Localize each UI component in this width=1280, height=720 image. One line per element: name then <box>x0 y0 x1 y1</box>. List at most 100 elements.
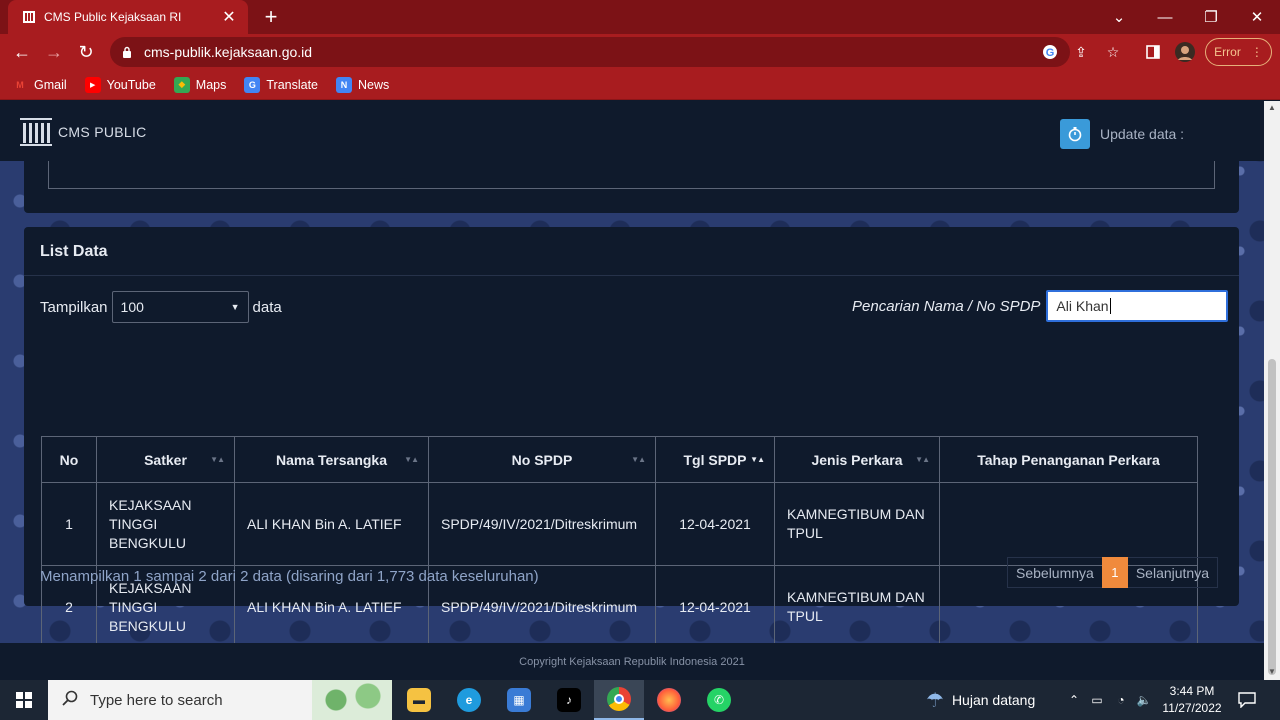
windows-taskbar: Type here to search ▬ e ▦ ♪ ✆ ☂ Hujan da… <box>0 680 1280 720</box>
share-icon[interactable]: ⇪ <box>1069 40 1093 64</box>
address-bar[interactable]: cms-publik.kejaksaan.go.id <box>110 37 1070 67</box>
browser-toolbar: ← → ↻ cms-publik.kejaksaan.go.id G ⇪ ☆ E… <box>0 34 1280 70</box>
volume-icon[interactable]: 🔈 <box>1134 680 1154 720</box>
side-panel-icon[interactable] <box>1141 40 1165 64</box>
browser-tab-bar: CMS Public Kejaksaan RI ✕ + ⌄ — ❐ ✕ <box>0 0 1280 34</box>
bookmark-star-icon[interactable]: ☆ <box>1101 40 1125 64</box>
col-header-no[interactable]: No <box>41 436 97 483</box>
taskbar-search-box[interactable]: Type here to search <box>48 680 392 720</box>
col-header-spdp[interactable]: No SPDP ▼▲ <box>428 436 656 483</box>
table-info: Menampilkan 1 sampai 2 dari 2 data (disa… <box>40 568 539 585</box>
bookmark-label: Translate <box>266 77 319 92</box>
new-tab-button[interactable]: + <box>258 4 284 30</box>
chrome-icon <box>607 687 631 711</box>
profile-avatar[interactable] <box>1173 40 1197 64</box>
page-size-control: Tampilkan 100 ▼ data <box>40 291 282 323</box>
wifi-icon[interactable]: ◔ <box>1110 680 1132 720</box>
page-size-value: 100 <box>120 299 144 315</box>
logo-text: CMS PUBLIC <box>58 124 147 140</box>
site-logo[interactable]: CMS PUBLIC <box>20 117 147 147</box>
cell-jenis: KAMNEGTIBUM DAN TPUL <box>774 565 940 649</box>
battery-icon[interactable]: ▭ <box>1087 680 1107 720</box>
browser-tab[interactable]: CMS Public Kejaksaan RI ✕ <box>8 0 248 34</box>
site-favicon-icon <box>22 10 36 24</box>
weather-widget[interactable]: ☂ Hujan datang <box>926 680 1035 720</box>
page-size-select[interactable]: 100 ▼ <box>111 291 249 323</box>
translate-icon: G <box>244 76 261 93</box>
search-input[interactable]: Ali Khan <box>1046 290 1229 322</box>
minimize-button[interactable]: — <box>1142 0 1188 34</box>
taskbar-store[interactable]: ▦ <box>494 680 544 720</box>
list-data-card: List Data Tampilkan 100 ▼ data Pencarian… <box>24 227 1239 649</box>
back-arrow-icon[interactable]: ← <box>8 38 36 66</box>
cell-tgl: 12-04-2021 <box>655 565 775 649</box>
tab-close-icon[interactable]: ✕ <box>220 7 238 27</box>
bookmark-translate[interactable]: G Translate <box>244 76 319 93</box>
cell-nama: ALI KHAN Bin A. LATIEF <box>234 482 429 566</box>
restore-button[interactable]: ❐ <box>1188 0 1234 34</box>
col-header-tgl[interactable]: Tgl SPDP ▼▲ <box>655 436 775 483</box>
dropdown-caret-icon: ▼ <box>230 302 240 312</box>
kejaksaan-logo-icon <box>20 118 52 146</box>
forward-arrow-icon[interactable]: → <box>40 38 68 66</box>
edge-icon: e <box>457 688 481 712</box>
svg-text:G: G <box>1046 47 1055 59</box>
scroll-up-icon[interactable]: ▲ <box>1268 103 1276 112</box>
system-clock[interactable]: 3:44 PM 11/27/2022 <box>1158 683 1226 717</box>
page-viewport: CMS PUBLIC Update data : List Data Tampi… <box>0 101 1264 680</box>
data-table: No Satker ▼▲ Nama Tersangka ▼▲ No SPDP ▼▲ T… <box>41 436 1198 649</box>
cell-satker: KEJAKSAAN TINGGI BENGKULU <box>96 482 235 566</box>
col-header-jenis[interactable]: Jenis Perkara ▼▲ <box>774 436 940 483</box>
show-label: Tampilkan <box>40 298 108 316</box>
lock-icon <box>122 46 136 58</box>
next-page-button[interactable]: Selanjutnya <box>1128 557 1217 588</box>
gmail-icon: M <box>16 79 24 90</box>
store-icon: ▦ <box>507 688 531 712</box>
more-menu-icon: ⋮ <box>1250 45 1263 59</box>
sort-desc-icon: ▼▲ <box>750 455 765 464</box>
taskbar-whatsapp[interactable]: ✆ <box>694 680 744 720</box>
taskbar-chrome[interactable] <box>594 680 644 720</box>
tab-search-chevron-icon[interactable]: ⌄ <box>1096 0 1142 34</box>
bookmark-news[interactable]: N News <box>336 76 389 93</box>
close-window-button[interactable]: ✕ <box>1234 0 1280 34</box>
pagination: Sebelumnya 1 Selanjutnya <box>1007 557 1218 588</box>
taskbar-search-placeholder: Type here to search <box>90 691 223 709</box>
sort-icon: ▼▲ <box>631 455 646 464</box>
taskbar-firefox[interactable] <box>644 680 694 720</box>
taskbar-file-explorer[interactable]: ▬ <box>394 680 444 720</box>
search-value: Ali Khan <box>1056 298 1109 314</box>
prev-page-button[interactable]: Sebelumnya <box>1008 557 1102 588</box>
current-page-button[interactable]: 1 <box>1101 557 1128 588</box>
google-lens-icon[interactable]: G <box>1038 40 1062 64</box>
scroll-down-icon[interactable]: ▼ <box>1268 667 1276 676</box>
data-label: data <box>252 298 282 316</box>
bookmark-gmail[interactable]: M Gmail <box>12 77 66 93</box>
whatsapp-icon: ✆ <box>707 688 731 712</box>
error-button[interactable]: Error ⋮ <box>1205 38 1272 66</box>
firefox-icon <box>657 688 681 712</box>
page-scrollbar[interactable]: ▲ ▼ <box>1264 101 1280 680</box>
windows-logo-icon <box>16 692 32 708</box>
update-label: Update data : <box>1100 126 1185 142</box>
scrollbar-thumb[interactable] <box>1268 359 1276 675</box>
start-button[interactable] <box>0 680 48 720</box>
col-header-nama[interactable]: Nama Tersangka ▼▲ <box>234 436 429 483</box>
cell-tgl: 12-04-2021 <box>655 482 775 566</box>
taskbar-edge[interactable]: e <box>444 680 494 720</box>
notification-icon[interactable] <box>1234 680 1260 720</box>
taskbar-tiktok[interactable]: ♪ <box>544 680 594 720</box>
reload-icon[interactable]: ↻ <box>72 38 100 66</box>
bookmark-maps[interactable]: ◆ Maps <box>173 76 226 93</box>
col-header-tahap[interactable]: Tahap Penanganan Perkara <box>939 436 1198 483</box>
copyright-footer: Copyright Kejaksaan Republik Indonesia 2… <box>0 643 1264 680</box>
previous-card-box <box>48 161 1215 189</box>
bookmark-youtube[interactable]: ▶ YouTube <box>84 76 156 93</box>
tiktok-icon: ♪ <box>557 688 581 712</box>
sort-icon: ▼▲ <box>210 455 225 464</box>
folder-icon: ▬ <box>407 688 431 712</box>
col-header-satker[interactable]: Satker ▼▲ <box>96 436 235 483</box>
tray-chevron-up-icon[interactable]: ⌃ <box>1064 680 1084 720</box>
youtube-icon: ▶ <box>84 76 101 93</box>
stopwatch-icon <box>1060 119 1090 149</box>
